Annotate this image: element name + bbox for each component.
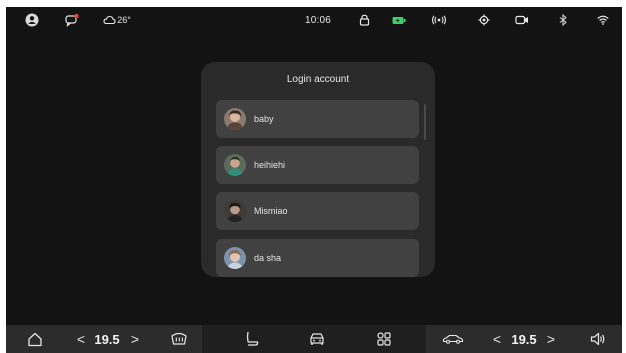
battery-icon [390, 7, 408, 33]
camera-icon[interactable] [513, 7, 531, 33]
status-bar: 26° 10:06 [6, 7, 622, 33]
account-name: heihiehi [254, 160, 286, 170]
list-scrollbar[interactable] [424, 104, 426, 140]
volume-icon[interactable] [587, 325, 609, 353]
avatar-icon [224, 247, 246, 269]
defrost-icon[interactable] [168, 325, 190, 353]
right-temp-increase-button[interactable]: > [544, 325, 558, 353]
location-target-icon[interactable] [476, 7, 492, 33]
wifi-icon[interactable] [595, 7, 611, 33]
car-screen: 26° 10:06 Login account baby heihiehi Mi… [6, 7, 622, 353]
dialog-title: Login account [286, 74, 350, 85]
lock-icon[interactable] [356, 7, 372, 33]
message-badge-icon[interactable] [62, 7, 82, 33]
seat-icon[interactable] [241, 325, 263, 353]
car-side-icon[interactable] [440, 325, 466, 353]
home-icon[interactable] [24, 325, 46, 353]
avatar-icon [224, 200, 246, 222]
right-temp-decrease-button[interactable]: < [490, 325, 504, 353]
account-name: baby [254, 114, 274, 124]
apps-grid-icon[interactable] [374, 325, 394, 353]
left-temp-decrease-button[interactable]: < [74, 325, 88, 353]
right-temp-value: 19.5 [511, 331, 537, 347]
bluetooth-icon[interactable] [556, 7, 570, 33]
weather-widget[interactable]: 26° [102, 7, 132, 33]
car-icon[interactable] [306, 325, 328, 353]
cloud-icon [103, 15, 116, 25]
clock-time: 10:06 [304, 14, 332, 26]
account-item-da-sha[interactable]: da sha [216, 239, 419, 277]
left-temp-value: 19.5 [94, 331, 120, 347]
account-item-mismiao[interactable]: Mismiao [216, 192, 419, 230]
account-name: da sha [254, 253, 282, 263]
user-icon[interactable] [22, 7, 42, 33]
broadcast-icon[interactable] [429, 7, 449, 33]
account-list[interactable]: baby heihiehi Mismiao da sha [216, 100, 419, 277]
avatar-icon [224, 154, 246, 176]
login-account-dialog: Login account baby heihiehi Mismiao da s… [201, 62, 435, 277]
account-item-baby[interactable]: baby [216, 100, 419, 138]
left-temp-increase-button[interactable]: > [128, 325, 142, 353]
account-name: Mismiao [254, 206, 288, 216]
avatar-icon [224, 108, 246, 130]
weather-temp: 26° [117, 15, 131, 25]
account-item-heihiehi[interactable]: heihiehi [216, 146, 419, 184]
